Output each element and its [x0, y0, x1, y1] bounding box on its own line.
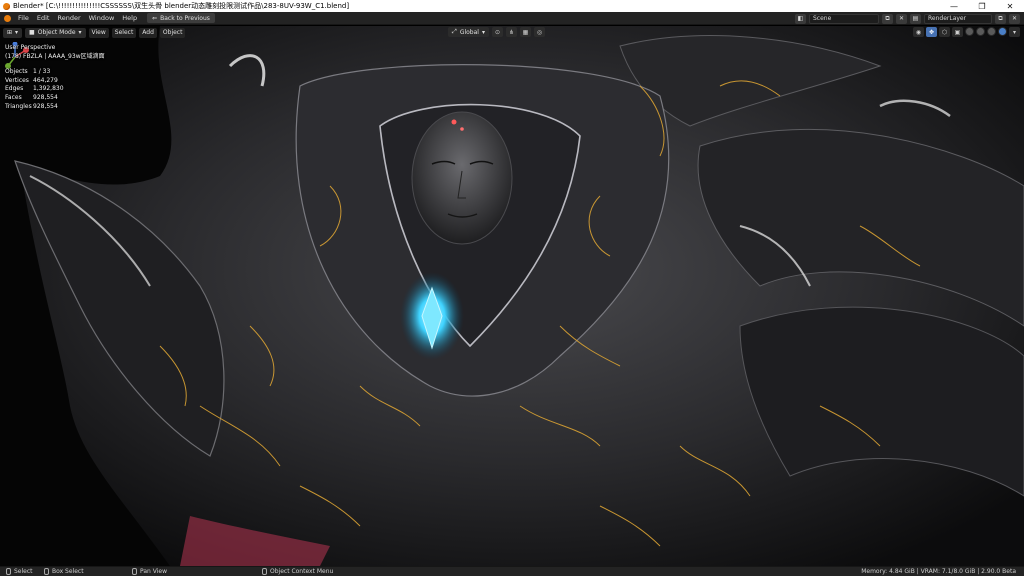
status-box-select: Box Select — [52, 568, 84, 575]
proportional-edit-icon[interactable]: ◎ — [533, 27, 545, 37]
stat-label: Triangles — [5, 102, 32, 110]
close-button[interactable]: ✕ — [996, 0, 1024, 12]
transform-orientation-label: Global — [459, 28, 479, 36]
status-pan-view: Pan View — [140, 568, 167, 575]
status-context-menu: Object Context Menu — [270, 568, 334, 575]
menu-object[interactable]: Object — [159, 27, 186, 38]
stat-value: 1,392,830 — [33, 85, 64, 93]
editor-type-button[interactable]: ⊞ ▾ — [3, 27, 23, 38]
viewport-stats-overlay: User Perspective (178) FBZLA | AAAA_93w区… — [5, 44, 105, 111]
menu-render[interactable]: Render — [53, 12, 84, 25]
blender-logo-icon — [0, 0, 12, 12]
chevron-down-icon: ▾ — [15, 29, 19, 36]
mouse-left-icon — [6, 568, 11, 575]
scene-new-icon[interactable]: ⧉ — [882, 13, 893, 24]
viewport-header: ⊞ ▾ ■ Object Mode ▾ View Select Add Objec… — [0, 26, 1024, 39]
stat-value: 928,554 — [33, 102, 58, 110]
gizmo-toggle-icon[interactable]: ✥ — [926, 27, 937, 37]
mode-label: Object Mode — [37, 29, 76, 36]
scene-field[interactable]: Scene — [809, 13, 879, 24]
snap-target-icon[interactable]: ▦ — [519, 27, 531, 37]
overlays-icon[interactable]: ⬡ — [939, 27, 950, 37]
xray-icon[interactable]: ▣ — [952, 27, 963, 37]
snap-icon[interactable]: ⋔ — [505, 27, 517, 37]
back-to-previous-button[interactable]: ⇐ Back to Previous — [147, 13, 215, 23]
3d-viewport[interactable]: ⊞ ▾ ■ Object Mode ▾ View Select Add Objec… — [0, 26, 1024, 566]
maximize-button[interactable]: ❐ — [968, 0, 996, 12]
menu-file[interactable]: File — [14, 12, 33, 25]
status-bar: Select Box Select Pan View Object Contex… — [0, 566, 1024, 576]
top-menubar: File Edit Render Window Help ⇐ Back to P… — [0, 12, 1024, 25]
object-mode-icon: ■ — [29, 29, 35, 36]
stat-value: 1 / 33 — [33, 68, 51, 76]
stat-label: Faces — [5, 93, 22, 101]
scene-browse-icon[interactable]: ◧ — [795, 13, 806, 24]
chevron-down-icon: ▾ — [481, 28, 485, 36]
render-layer-browse-icon[interactable]: ▤ — [910, 13, 921, 24]
active-collection-label: (178) FBZLA | AAAA_93w区域滴面 — [5, 52, 105, 60]
transform-orientation-dropdown[interactable]: ⤢ Global ▾ — [448, 27, 489, 37]
mouse-left-drag-icon — [44, 568, 49, 575]
visibility-icon[interactable]: ◉ — [913, 27, 924, 37]
status-select: Select — [14, 568, 33, 575]
sculpt-render — [14, 26, 1024, 566]
scene-delete-icon[interactable]: ✕ — [896, 13, 907, 24]
menu-view[interactable]: View — [88, 27, 109, 38]
window-title: Blender* [C:\!!!!!!!!!!!!!!!CSSSSSS\双生头骨… — [13, 2, 350, 10]
orientation-icon: ⤢ — [452, 28, 457, 35]
stat-value: 928,554 — [33, 93, 58, 101]
stat-label: Objects — [5, 68, 28, 76]
mouse-middle-icon — [132, 568, 137, 575]
menu-help[interactable]: Help — [118, 12, 141, 25]
back-to-previous-label: Back to Previous — [160, 14, 210, 22]
status-memory-stats: Memory: 4.84 GiB | VRAM: 7.1/8.0 GiB | 2… — [861, 568, 1016, 575]
menu-select[interactable]: Select — [111, 27, 137, 38]
menu-add[interactable]: Add — [139, 27, 157, 38]
stat-label: Edges — [5, 85, 24, 93]
rendered-shading-icon[interactable] — [998, 27, 1007, 36]
render-layer-field[interactable]: RenderLayer — [924, 13, 992, 24]
mode-dropdown[interactable]: ■ Object Mode ▾ — [25, 27, 86, 38]
editor-type-icon: ⊞ — [7, 29, 13, 36]
minimize-button[interactable]: — — [940, 0, 968, 12]
view-perspective-label: User Perspective — [5, 44, 56, 51]
menu-edit[interactable]: Edit — [33, 12, 54, 25]
solid-shading-icon[interactable] — [976, 27, 985, 36]
blender-menu-logo-icon[interactable] — [0, 12, 14, 25]
chevron-down-icon: ▾ — [78, 29, 82, 36]
material-shading-icon[interactable] — [987, 27, 996, 36]
wireframe-shading-icon[interactable] — [965, 27, 974, 36]
window-titlebar: Blender* [C:\!!!!!!!!!!!!!!!CSSSSSS\双生头骨… — [0, 0, 1024, 12]
pivot-point-icon[interactable]: ⊙ — [491, 27, 503, 37]
render-layer-delete-icon[interactable]: ✕ — [1009, 13, 1020, 24]
back-icon: ⇐ — [152, 14, 158, 22]
mouse-right-icon — [262, 568, 267, 575]
menu-window[interactable]: Window — [85, 12, 119, 25]
shading-options-icon[interactable]: ▾ — [1009, 27, 1020, 37]
render-layer-new-icon[interactable]: ⧉ — [995, 13, 1006, 24]
